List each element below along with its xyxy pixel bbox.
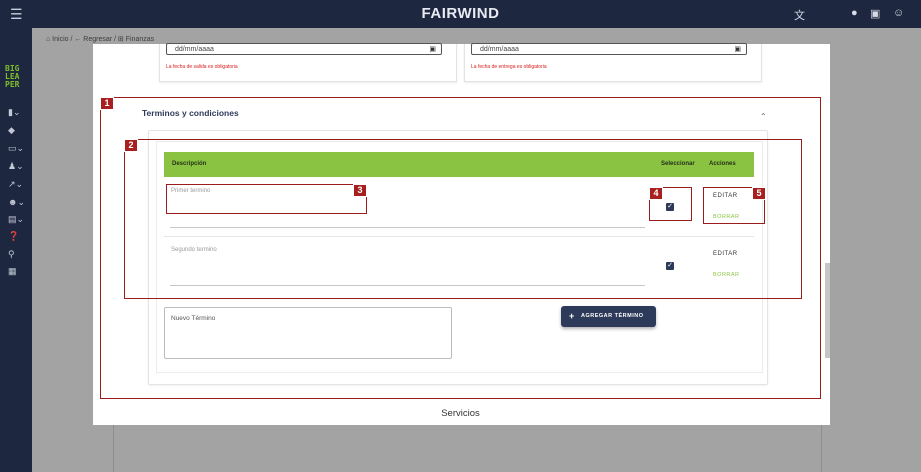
services-section-title[interactable]: Servicios xyxy=(0,408,921,419)
annotation-label-5: 5 xyxy=(752,187,766,200)
divider xyxy=(821,425,822,472)
app-title: FAIRWIND xyxy=(421,5,500,22)
breadcrumb[interactable]: ⌂ Inicio / ← Regresar / ⊞ Finanzas xyxy=(46,35,154,43)
book-icon[interactable]: ▦ xyxy=(8,266,17,277)
translate-icon[interactable]: 文 xyxy=(794,7,805,23)
document-icon[interactable]: ▮⌄ xyxy=(8,107,21,118)
annotation-label-1: 1 xyxy=(100,97,114,110)
modal-scrollbar[interactable] xyxy=(825,263,830,358)
annotation-label-2: 2 xyxy=(124,139,138,152)
folder-icon[interactable]: ▤⌄ xyxy=(8,214,24,225)
bell-icon[interactable]: ● xyxy=(851,7,858,19)
chart-icon[interactable]: ↗⌄ xyxy=(8,179,23,190)
annotation-box-2 xyxy=(124,139,802,299)
delivery-date-field[interactable]: dd/mm/aaaa ▣ xyxy=(471,43,747,55)
annotation-label-4: 4 xyxy=(649,187,663,200)
chat-icon[interactable]: ▣ xyxy=(870,7,880,20)
tag-icon[interactable]: ◆ xyxy=(8,125,15,136)
person-icon[interactable]: ♟⌄ xyxy=(8,161,24,172)
help-icon[interactable]: ❓ xyxy=(8,231,19,242)
calendar-icon: ▣ xyxy=(429,46,436,53)
annotation-label-3: 3 xyxy=(353,184,367,197)
top-bar: ☰ FAIRWIND 文 ● ▣ ☺ xyxy=(0,0,921,28)
delivery-date-error: La fecha de entrega es obligatoria xyxy=(471,64,547,70)
divider xyxy=(113,425,114,472)
account-icon[interactable]: ☺ xyxy=(893,7,904,19)
departure-date-field[interactable]: dd/mm/aaaa ▣ xyxy=(166,43,442,55)
sidebar xyxy=(0,28,32,472)
people-icon[interactable]: ☻⌄ xyxy=(8,197,25,208)
search-icon[interactable]: ⚲ xyxy=(8,249,15,260)
departure-date-error: La fecha de salida es obligatoria xyxy=(166,64,238,70)
logo: BIG LEA PER xyxy=(5,64,20,89)
calendar-icon: ▣ xyxy=(734,46,741,53)
annotation-box-3 xyxy=(166,184,367,214)
card-icon[interactable]: ▭⌄ xyxy=(8,143,24,154)
